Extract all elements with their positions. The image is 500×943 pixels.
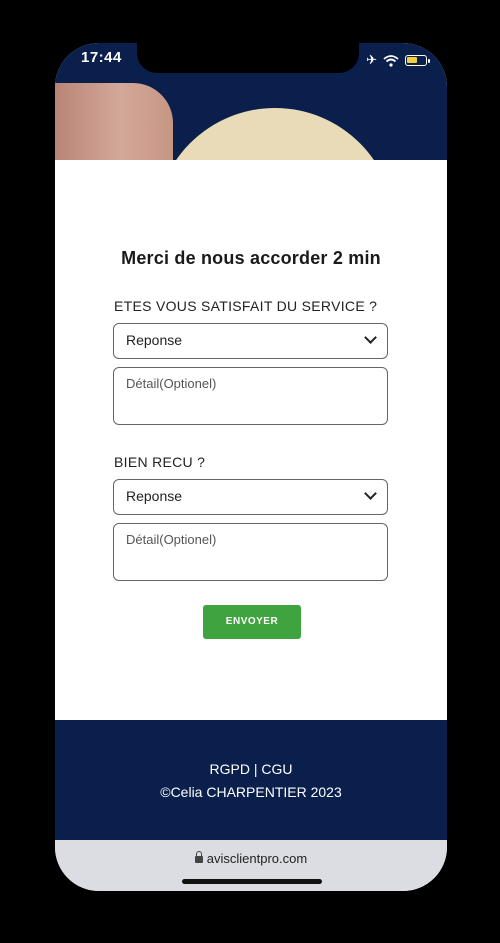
battery-icon (405, 54, 430, 66)
hero-plate (155, 108, 395, 160)
question-1-select-value: Reponse (126, 332, 183, 348)
question-2-detail-placeholder: Détail(Optionel) (126, 532, 217, 547)
footer: RGPD | CGU ©Celia CHARPENTIER 2023 (55, 720, 447, 840)
url-display: avisclientpro.com (55, 851, 447, 866)
status-time: 17:44 (81, 49, 122, 66)
lock-icon (194, 851, 203, 864)
survey-form: Merci de nous accorder 2 min ETES VOUS S… (55, 160, 447, 720)
copyright: ©Celia CHARPENTIER 2023 (160, 784, 342, 800)
status-bar: 17:44 ✈ (55, 43, 447, 83)
hero-hand (55, 83, 173, 160)
notch (137, 43, 359, 73)
form-title: Merci de nous accorder 2 min (121, 248, 381, 268)
wifi-icon (383, 54, 399, 67)
browser-url-bar[interactable]: avisclientpro.com (55, 840, 447, 891)
url-text: avisclientpro.com (206, 851, 308, 866)
hero-image (55, 83, 447, 160)
question-1-detail-field[interactable]: Détail(Optionel) (113, 367, 388, 425)
submit-button[interactable]: ENVOYER (203, 605, 301, 639)
footer-links[interactable]: RGPD | CGU (55, 761, 447, 777)
chevron-down-icon (364, 487, 377, 500)
airplane-icon: ✈ (366, 52, 377, 67)
question-2-select[interactable]: Reponse (113, 479, 388, 515)
question-1-detail-placeholder: Détail(Optionel) (126, 376, 217, 391)
question-2-label: BIEN RECU ? (114, 454, 206, 470)
phone-frame: 17:44 ✈ Merci de nous accorder 2 min ETE… (55, 43, 447, 891)
status-icons: ✈ (366, 52, 430, 67)
question-2-detail-field[interactable]: Détail(Optionel) (113, 523, 388, 581)
question-2-select-value: Reponse (126, 488, 183, 504)
home-indicator[interactable] (182, 879, 322, 884)
question-1-select[interactable]: Reponse (113, 323, 388, 359)
chevron-down-icon (364, 331, 377, 344)
question-1-label: ETES VOUS SATISFAIT DU SERVICE ? (114, 298, 378, 314)
